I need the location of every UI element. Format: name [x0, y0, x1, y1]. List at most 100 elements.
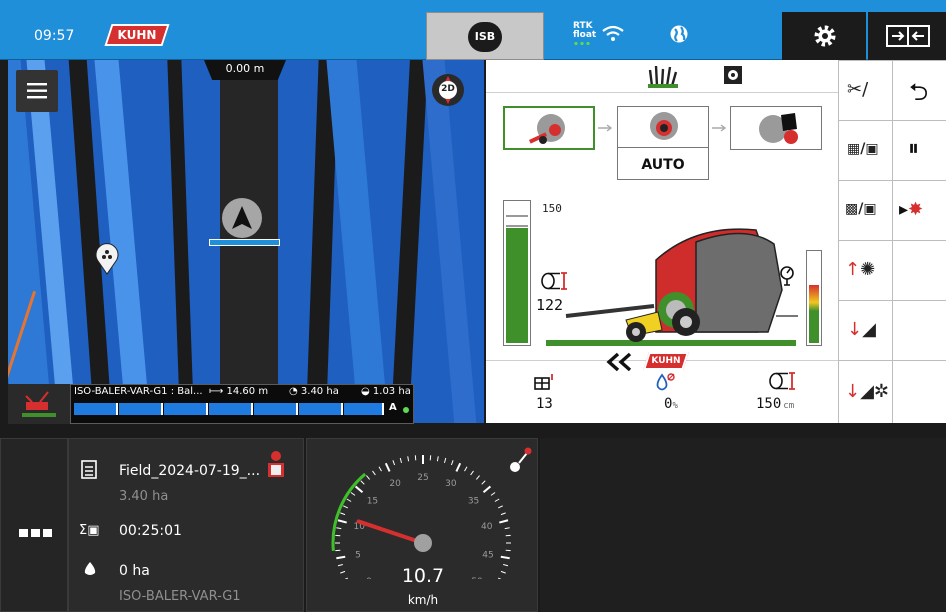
- gauge-tick: [475, 475, 480, 480]
- field-area: 3.40 ha: [119, 489, 169, 504]
- gauge-tick-label: 40: [481, 522, 493, 532]
- implement-bar: [209, 239, 280, 246]
- pickup-down-button[interactable]: ↓◢: [838, 300, 892, 360]
- globe-icon[interactable]: [669, 24, 689, 44]
- widget-menu-button[interactable]: [0, 438, 68, 612]
- gauge-tick: [392, 460, 396, 466]
- vehicle-position-icon: [222, 198, 262, 238]
- tim-toggle-button[interactable]: ▦/▣: [838, 120, 892, 180]
- gauge-tick: [443, 457, 447, 463]
- baler-section-icon: [22, 391, 56, 417]
- mode-manual-button[interactable]: [503, 106, 595, 150]
- panel-divider: [486, 92, 838, 93]
- implement-status-button[interactable]: [8, 384, 70, 424]
- empty-softkey: [892, 240, 946, 300]
- wifi-icon: [602, 25, 624, 41]
- fill-area-icon: [84, 562, 96, 575]
- knife-rotor-icon: [724, 66, 742, 84]
- gauge-tick: [366, 475, 371, 480]
- swap-view-icon: [886, 25, 930, 47]
- total-area-value: 3.40 ha: [300, 386, 339, 397]
- clipboard-icon: [81, 460, 97, 479]
- mode-wrap-button[interactable]: [730, 106, 822, 150]
- field-info-widget[interactable]: Field_2024-07-19_... 3.40 ha Σ▣ 00:25:01…: [68, 438, 304, 612]
- knives-toggle-button[interactable]: ✂/: [838, 60, 892, 120]
- gps-speed-source-icon: [510, 447, 532, 472]
- knives-icon: ✂/: [847, 79, 869, 100]
- speed-unit: km/h: [407, 593, 439, 607]
- pickup-up-button[interactable]: ↑✺: [838, 240, 892, 300]
- gauge-tick: [336, 555, 346, 560]
- chamber-fill-gauge: [503, 200, 531, 346]
- bale-size-icon: [769, 372, 795, 390]
- gauge-tick: [360, 480, 365, 485]
- gauge-tick: [470, 470, 474, 476]
- settings-button[interactable]: [782, 12, 866, 60]
- more-dots-icon: [19, 529, 52, 537]
- gauge-tick: [504, 527, 510, 530]
- timer-sigma-icon: Σ▣: [79, 523, 100, 538]
- section-6: [299, 403, 343, 415]
- gauge-tick: [490, 492, 496, 496]
- gauge-needle: [356, 519, 425, 545]
- tim-icon: ▦/▣: [847, 141, 879, 157]
- gauge-tick: [350, 492, 356, 496]
- section-5: [254, 403, 298, 415]
- start-wrap-button[interactable]: ▸✸: [892, 180, 946, 240]
- offset-value: 0.00 m: [225, 62, 265, 75]
- brand-label: KUHN: [117, 28, 157, 42]
- hamburger-icon: [27, 83, 47, 99]
- work-timer: 00:25:01: [119, 523, 182, 539]
- crop-icon: [648, 65, 678, 88]
- back-arrow-icon: ⮌: [909, 78, 929, 106]
- map-view[interactable]: 0.00 m 2D: [8, 60, 484, 423]
- gauge-tick-label: 30: [445, 479, 457, 489]
- isb-label: ISB: [468, 22, 502, 52]
- section-status-bar: ISO-BALER-VAR-G1 : Bal... ⟼ 14.60 m ◔ 3.…: [70, 384, 414, 424]
- bale-counter-icon: [534, 374, 553, 390]
- implement-label: ISO-BALER-VAR-G1 : Bal...: [74, 386, 203, 397]
- chevron-left-icon[interactable]: [606, 352, 634, 372]
- softkey-column: ✂/ ⮌ ▦/▣ ⏸ ▩/▣ ▸✸ ↑✺ ↓◢ ↓◢✲: [838, 60, 946, 423]
- rtk-signal-dots-icon: [574, 41, 590, 46]
- play-wrap-icon: ▸✸: [899, 199, 924, 220]
- tailgate-down-button[interactable]: ↓◢✲: [838, 360, 892, 423]
- menu-button[interactable]: [16, 70, 58, 112]
- bale-size-number: 150: [756, 396, 782, 412]
- speed-widget[interactable]: 05101520253035404550 10.7 km/h: [306, 438, 538, 612]
- gauge-tick-label: 45: [482, 550, 493, 560]
- tailgate-lower-icon: ↓◢✲: [845, 381, 890, 402]
- section-mode: A: [389, 402, 397, 413]
- view-mode-button[interactable]: 2D: [432, 74, 464, 106]
- poi-marker-icon[interactable]: [94, 243, 120, 275]
- section-1: [74, 403, 118, 415]
- pickup-lower-icon: ↓◢: [847, 319, 876, 340]
- back-button[interactable]: ⮌: [892, 60, 946, 120]
- gauge-tick: [482, 485, 492, 493]
- pause-button[interactable]: ⏸: [892, 120, 946, 180]
- speedometer: 05101520253035404550: [331, 455, 511, 579]
- bale-size-unit: cm: [783, 401, 795, 411]
- chamber-max: 150: [542, 202, 562, 215]
- switch-screen-button[interactable]: [868, 12, 946, 60]
- field-name: Field_2024-07-19_...: [119, 463, 261, 479]
- gauge-tick: [346, 498, 352, 502]
- gauge-tick: [340, 512, 346, 516]
- isb-button[interactable]: ISB: [426, 12, 544, 60]
- empty-softkey: [892, 300, 946, 360]
- gauge-tick: [337, 519, 347, 524]
- gauge-tick: [384, 462, 391, 472]
- tc-sc-toggle-button[interactable]: ▩/▣: [838, 180, 892, 240]
- worked-area: ◒ 1.03 ha: [361, 386, 411, 397]
- view-mode-label: 2D: [441, 84, 455, 94]
- gauge-tick: [343, 505, 348, 509]
- top-bar: 09:57 KUHN ISB RTK float: [0, 0, 946, 60]
- pause-icon: ⏸: [908, 136, 920, 161]
- gauge-tick: [399, 457, 403, 463]
- baler-manual-icon: [528, 114, 565, 144]
- gauge-tick: [506, 225, 528, 227]
- mode-auto-button[interactable]: AUTO: [617, 106, 709, 180]
- speed-value: 10.7: [401, 565, 445, 587]
- implement-name: ISO-BALER-VAR-G1: [119, 589, 241, 604]
- pickup-raise-icon: ↑✺: [845, 259, 876, 280]
